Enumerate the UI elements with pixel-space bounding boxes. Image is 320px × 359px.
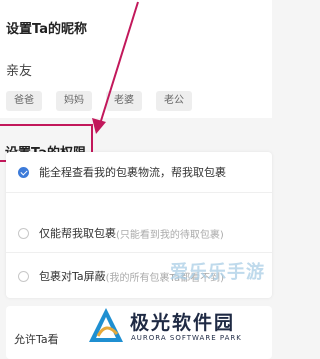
watermark-text: 爱乐乐手游 <box>170 262 265 283</box>
annotation-arrow-icon <box>92 1 139 134</box>
watermark-brand-en: AURORA SOFTWARE PARK <box>131 334 242 342</box>
watermark-brand: 极光软件园 <box>130 312 236 334</box>
aurora-logo-icon <box>89 308 123 342</box>
